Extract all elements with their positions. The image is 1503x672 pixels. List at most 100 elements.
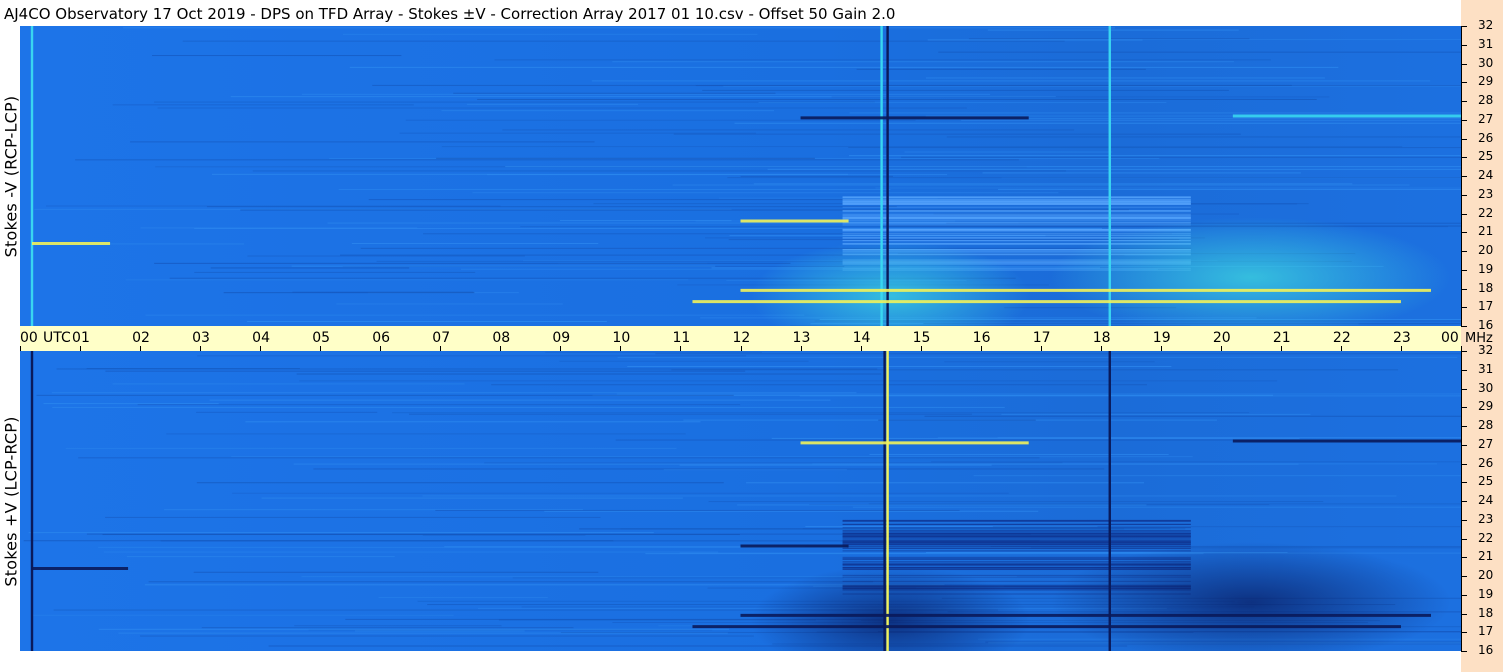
top-panel-ylabel-text: Stokes -V (RCP-LCP) — [1, 95, 21, 257]
frequency-axis-tick — [1461, 501, 1467, 502]
texture-line — [944, 361, 1155, 363]
texture-line — [477, 98, 1317, 100]
texture-line — [924, 415, 1461, 417]
time-axis-label: 10 — [612, 330, 631, 346]
frequency-axis-label: 27 — [1478, 436, 1494, 451]
frequency-axis-tick — [1461, 613, 1467, 615]
frequency-axis-tick — [1461, 407, 1467, 409]
texture-line — [946, 136, 1461, 138]
time-axis-label: 14 — [852, 330, 871, 346]
time-axis-label: 07 — [432, 330, 451, 346]
texture-line — [137, 404, 741, 406]
frequency-axis-tick — [1461, 576, 1467, 577]
frequency-axis-tick — [1461, 594, 1467, 596]
texture-line — [65, 447, 677, 449]
texture-line — [673, 133, 1241, 135]
texture-line — [746, 482, 1145, 484]
texture-line — [802, 528, 1171, 530]
top-panel-ylabel: Stokes -V (RCP-LCP) — [0, 26, 22, 326]
frequency-axis-tick — [1461, 369, 1467, 371]
frequency-axis-tick — [1461, 444, 1467, 446]
frequency-axis-label: 27 — [1478, 111, 1494, 126]
texture-line — [148, 581, 874, 583]
texture-line — [852, 506, 1461, 508]
vertical-feature-line — [30, 351, 34, 651]
striation-line — [842, 222, 1191, 224]
frequency-axis-label: 30 — [1478, 55, 1494, 70]
texture-line — [937, 437, 1461, 439]
horizontal-feature-band — [1232, 114, 1461, 118]
time-axis-label: 13 — [792, 330, 811, 346]
texture-line — [753, 183, 1353, 185]
striation-line — [842, 535, 1191, 537]
striation-line — [842, 201, 1191, 203]
frequency-axis-label: 25 — [1478, 149, 1494, 164]
texture-line — [617, 356, 1458, 358]
texture-line — [505, 166, 1461, 168]
frequency-axis-tick — [1461, 482, 1467, 484]
frequency-axis-label: 24 — [1478, 493, 1494, 507]
texture-line — [645, 553, 1204, 555]
striation-line — [842, 536, 1191, 538]
texture-line — [75, 159, 1019, 161]
striation-line — [842, 523, 1191, 525]
striation-line — [842, 197, 1191, 199]
vertical-feature-line — [886, 26, 889, 326]
texture-line — [491, 384, 1147, 386]
texture-line — [591, 80, 1431, 82]
frequency-axis-tick — [1461, 269, 1467, 271]
striation-line — [842, 202, 1191, 204]
texture-line — [123, 27, 1116, 29]
frequency-axis-tick — [1461, 213, 1467, 215]
frequency-axis-label: 28 — [1478, 93, 1494, 107]
frequency-axis-tick — [1461, 138, 1467, 140]
texture-line — [987, 29, 1239, 31]
texture-line — [422, 495, 1397, 497]
striation-line — [842, 215, 1191, 217]
frequency-axis-label: 24 — [1478, 168, 1494, 182]
striation-line — [842, 537, 1191, 539]
vertical-feature-line — [886, 351, 889, 651]
frequency-axis-tick — [1461, 538, 1467, 540]
vertical-feature-line — [883, 351, 886, 651]
vertical-feature-line — [1108, 26, 1111, 326]
texture-line — [372, 84, 1292, 86]
texture-line — [126, 556, 395, 558]
texture-line — [399, 132, 757, 134]
texture-line — [961, 119, 1461, 121]
time-axis-label: 22 — [1332, 330, 1351, 346]
frequency-axis-tick — [1461, 557, 1467, 559]
texture-line — [294, 625, 502, 627]
frequency-axis-tick — [1461, 463, 1467, 465]
frequency-axis-label: 18 — [1478, 280, 1494, 295]
frequency-axis-label: 26 — [1478, 130, 1494, 145]
texture-line — [338, 188, 891, 190]
striation-line — [842, 540, 1191, 542]
frequency-axis-tick — [1461, 651, 1467, 652]
frequency-axis-tick — [1461, 326, 1467, 327]
texture-line — [231, 456, 1193, 458]
horizontal-feature-band — [32, 567, 129, 570]
texture-line — [223, 292, 475, 294]
texture-line — [105, 516, 601, 518]
texture-line — [466, 103, 639, 105]
time-axis-label: 00 — [1441, 330, 1459, 346]
frequency-axis-tick — [1461, 288, 1467, 290]
striation-line — [842, 213, 1191, 215]
frequency-unit-label: MHz — [1465, 331, 1493, 346]
texture-line — [875, 187, 1461, 189]
texture-line — [368, 199, 888, 201]
time-axis-label: 08 — [492, 330, 511, 346]
texture-line — [616, 393, 1461, 395]
striation-line — [842, 520, 1191, 522]
texture-line — [441, 110, 775, 112]
horizontal-feature-band — [740, 613, 1431, 617]
frequency-axis-label: 29 — [1478, 399, 1494, 414]
texture-line — [154, 262, 791, 264]
texture-line — [196, 482, 724, 484]
texture-line — [32, 614, 454, 616]
time-axis-label: 09 — [552, 330, 571, 346]
texture-line — [125, 279, 689, 281]
texture-line — [392, 412, 1250, 414]
time-axis-label: 20 — [1212, 330, 1231, 346]
